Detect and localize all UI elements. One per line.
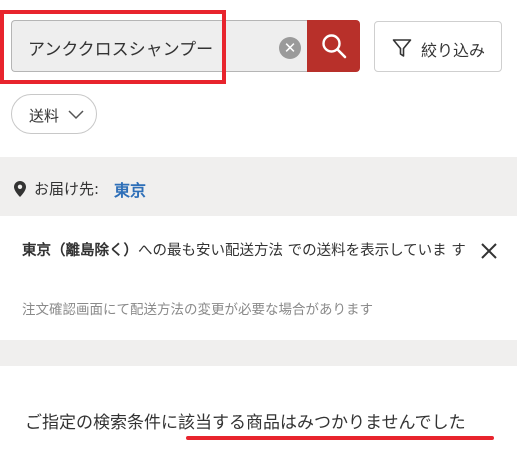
- shipping-chip-label: 送料: [29, 107, 60, 125]
- location-pin-icon: [14, 181, 26, 197]
- search-input[interactable]: アンククロスシャンプー ✕: [11, 20, 307, 72]
- no-results-message: ご指定の検索条件に該当する商品はみつかりませんでした: [25, 413, 466, 433]
- annotation-underline: [186, 436, 494, 440]
- search-button[interactable]: [307, 20, 360, 72]
- clear-circle-icon[interactable]: ✕: [279, 37, 301, 59]
- filter-button[interactable]: 絞り込み: [374, 21, 502, 72]
- notice-message: 東京（離島除く）への最も安い配送方法 での送料を表示していま す: [22, 238, 472, 264]
- delivery-city-link[interactable]: 東京: [114, 177, 146, 201]
- notice-emphasis: 東京（離島除く）: [22, 243, 138, 259]
- notice-subtext: 注文確認画面にて配送方法の変更が必要な場合があります: [22, 302, 373, 318]
- shipping-notice-card: 東京（離島除く）への最も安い配送方法 での送料を表示していま す 注文確認画面に…: [0, 216, 517, 340]
- search-result-card: ご指定の検索条件に該当する商品はみつかりませんでした: [0, 366, 517, 467]
- delivery-label: お届け先:: [34, 180, 100, 198]
- magnifier-icon: [322, 34, 347, 59]
- notice-rest: への最も安い配送方法 での送料を表示していま す: [138, 243, 466, 259]
- filter-label: 絞り込み: [421, 41, 486, 60]
- funnel-icon: [392, 39, 412, 57]
- close-icon[interactable]: [480, 242, 498, 260]
- search-query-text: アンククロスシャンプー: [28, 40, 214, 60]
- search-header: アンククロスシャンプー ✕ 絞り込み: [0, 0, 517, 90]
- chevron-down-icon: [68, 110, 84, 120]
- shipping-filter-chip[interactable]: 送料: [11, 94, 97, 134]
